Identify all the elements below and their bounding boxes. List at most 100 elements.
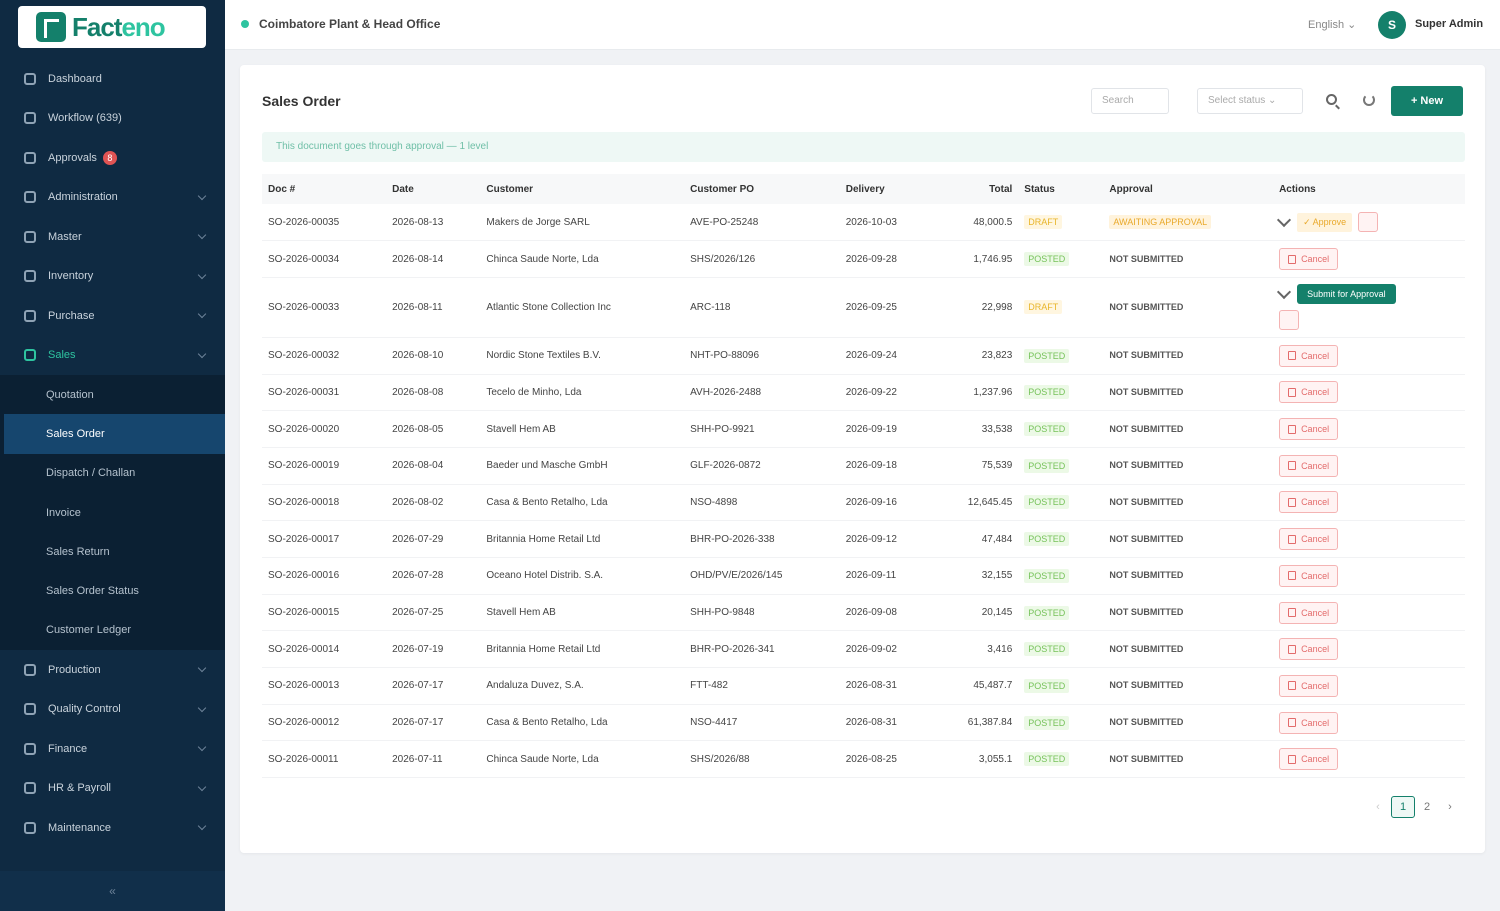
submenu-item[interactable]: Sales Order Status	[0, 571, 225, 610]
table-row[interactable]: SO-2026-00019 2026-08-04 Baeder und Masche…	[262, 447, 1465, 485]
column-header[interactable]: Customer PO	[684, 174, 840, 204]
refresh-icon[interactable]	[1363, 94, 1375, 106]
approve-button[interactable]: ✓ Approve	[1297, 212, 1353, 232]
actions-cell: Cancel	[1273, 410, 1465, 448]
table-row[interactable]: SO-2026-00032 2026-08-10 Nordic Stone Text…	[262, 337, 1465, 375]
plant-selector[interactable]: Coimbatore Plant & Head Office	[241, 17, 440, 31]
delete-icon[interactable]	[1279, 310, 1300, 331]
sidebar-item-production[interactable]: Production	[0, 650, 225, 690]
pagination-page-1[interactable]: 1	[1391, 796, 1415, 818]
chevron-down-icon	[197, 782, 207, 791]
pagination-page-2[interactable]: 2	[1417, 796, 1437, 818]
table-row[interactable]: SO-2026-00034 2026-08-14 Chinca Saude Nort…	[262, 240, 1465, 278]
sidebar-item-label: Production	[48, 663, 101, 676]
trash-icon	[1288, 461, 1297, 471]
edit-icon[interactable]	[1276, 212, 1292, 227]
actions-cell: Cancel	[1273, 630, 1465, 669]
column-header[interactable]: Delivery	[839, 174, 934, 204]
cancel-button[interactable]: Cancel	[1279, 601, 1339, 624]
edit-icon[interactable]	[1276, 285, 1292, 300]
table-row[interactable]: SO-2026-00017 2026-07-29 Britannia Home Re…	[262, 520, 1465, 558]
table-row[interactable]: SO-2026-00014 2026-07-19 Britannia Home Re…	[262, 630, 1465, 669]
table-row[interactable]: SO-2026-00012 2026-07-17 Casa & Bento Reta…	[262, 704, 1465, 742]
sales-icon	[24, 349, 36, 362]
sidebar-item-quality[interactable]: Quality Control	[0, 690, 225, 730]
new-sales-order-button[interactable]: + New	[1391, 86, 1463, 116]
submenu-item[interactable]: Quotation	[0, 375, 225, 414]
column-header[interactable]: Customer	[480, 174, 685, 204]
submenu-item[interactable]: Sales Order	[4, 414, 225, 454]
column-header[interactable]: Status	[1018, 174, 1104, 204]
sidebar-item-label: Finance	[48, 742, 88, 755]
sidebar-item-maintenance[interactable]: Maintenance	[0, 808, 225, 848]
cancel-label: Cancel	[1301, 570, 1330, 581]
cancel-button[interactable]: Cancel	[1279, 344, 1339, 367]
sidebar-item-sales[interactable]: Sales	[0, 336, 225, 376]
submenu-item[interactable]: Invoice	[0, 493, 225, 532]
cancel-button[interactable]: Cancel	[1279, 564, 1339, 587]
table-row[interactable]: SO-2026-00013 2026-07-17 Andaluza Duvez, S…	[262, 667, 1465, 705]
cancel-button[interactable]: Cancel	[1279, 491, 1339, 514]
column-header[interactable]: Approval	[1103, 174, 1274, 204]
pagination-next[interactable]: ›	[1442, 796, 1458, 818]
column-header[interactable]: Date	[386, 174, 481, 204]
order-total: 45,487.7	[933, 667, 1019, 705]
sidebar-item-inventory[interactable]: Inventory	[0, 257, 225, 297]
sidebar-item-finance[interactable]: Finance	[0, 729, 225, 769]
avatar[interactable]: S	[1378, 11, 1406, 39]
submenu-item[interactable]: Sales Return	[0, 532, 225, 571]
table-row[interactable]: SO-2026-00011 2026-07-11 Chinca Saude Nort…	[262, 740, 1465, 779]
table-row[interactable]: SO-2026-00031 2026-08-08 Tecelo de Minho, …	[262, 374, 1465, 412]
sidebar-item-approval[interactable]: Approvals 8	[0, 138, 225, 178]
sidebar-item-dashboard[interactable]: Dashboard	[0, 59, 225, 99]
table-row[interactable]: SO-2026-00018 2026-08-02 Casa & Bento Reta…	[262, 484, 1465, 522]
user-name[interactable]: Super Admin	[1415, 18, 1483, 30]
table-header-row: Doc # Date Customer Customer PO Delivery Tota…	[262, 174, 1465, 204]
column-header[interactable]: Doc #	[262, 174, 387, 204]
table-row[interactable]: SO-2026-00016 2026-07-28 Oceano Hotel Dist…	[262, 557, 1465, 595]
order-total: 20,145	[933, 594, 1019, 632]
order-date: 2026-07-28	[386, 557, 481, 595]
customer-name: Baeder und Masche GmbH	[480, 447, 685, 485]
cancel-button[interactable]: Cancel	[1279, 528, 1339, 551]
customer-name: Casa & Bento Retalho, Lda	[480, 704, 685, 742]
cancel-button[interactable]: Cancel	[1279, 638, 1339, 661]
collapse-sidebar-button[interactable]: «	[0, 871, 225, 911]
sidebar-item-hr[interactable]: HR & Payroll	[0, 769, 225, 809]
delivery-date: 2026-09-28	[839, 240, 934, 278]
sidebar-item-label: Purchase	[48, 309, 95, 322]
table-row[interactable]: SO-2026-00033 2026-08-11 Atlantic Stone Co…	[262, 277, 1465, 338]
cancel-label: Cancel	[1301, 497, 1330, 508]
column-header[interactable]: Total	[933, 174, 1019, 204]
language-selector[interactable]: English ⌄	[1308, 18, 1356, 31]
submit-for-approval-button[interactable]: Submit for Approval	[1297, 284, 1396, 305]
customer-po: NSO-4417	[684, 704, 840, 742]
search-icon[interactable]	[1326, 94, 1337, 105]
status-filter-select[interactable]: Select status ⌄	[1197, 88, 1303, 114]
search-input[interactable]: Search	[1091, 88, 1169, 114]
table-row[interactable]: SO-2026-00020 2026-08-05 Stavell Hem AB SHH…	[262, 410, 1465, 448]
sidebar-item-master[interactable]: Master	[0, 217, 225, 257]
cancel-button[interactable]: Cancel	[1279, 454, 1339, 477]
cancel-button[interactable]: Cancel	[1279, 248, 1339, 271]
status-cell: POSTED	[1018, 410, 1104, 448]
column-header[interactable]: Actions	[1273, 174, 1465, 204]
sidebar-item-purchase[interactable]: Purchase	[0, 296, 225, 336]
table-row[interactable]: SO-2026-00035 2026-08-13 Makers de Jorge S…	[262, 204, 1465, 242]
brand-logo[interactable]: Facteno	[18, 6, 206, 48]
sidebar-item-label: Maintenance	[48, 821, 111, 834]
actions-cell: Cancel	[1273, 667, 1465, 705]
pagination-prev[interactable]: ‹	[1370, 796, 1386, 818]
sidebar-item-label: Workflow (639)	[48, 112, 122, 125]
delete-icon[interactable]	[1358, 212, 1379, 233]
cancel-button[interactable]: Cancel	[1279, 418, 1339, 441]
cancel-button[interactable]: Cancel	[1279, 381, 1339, 404]
cancel-button[interactable]: Cancel	[1279, 674, 1339, 697]
cancel-button[interactable]: Cancel	[1279, 748, 1339, 771]
submenu-item[interactable]: Dispatch / Challan	[0, 454, 225, 493]
table-row[interactable]: SO-2026-00015 2026-07-25 Stavell Hem AB SHH…	[262, 594, 1465, 632]
sidebar-item-admin[interactable]: Administration	[0, 178, 225, 218]
sidebar-item-workflow[interactable]: Workflow (639)	[0, 99, 225, 139]
cancel-button[interactable]: Cancel	[1279, 711, 1339, 734]
submenu-item[interactable]: Customer Ledger	[0, 611, 225, 650]
